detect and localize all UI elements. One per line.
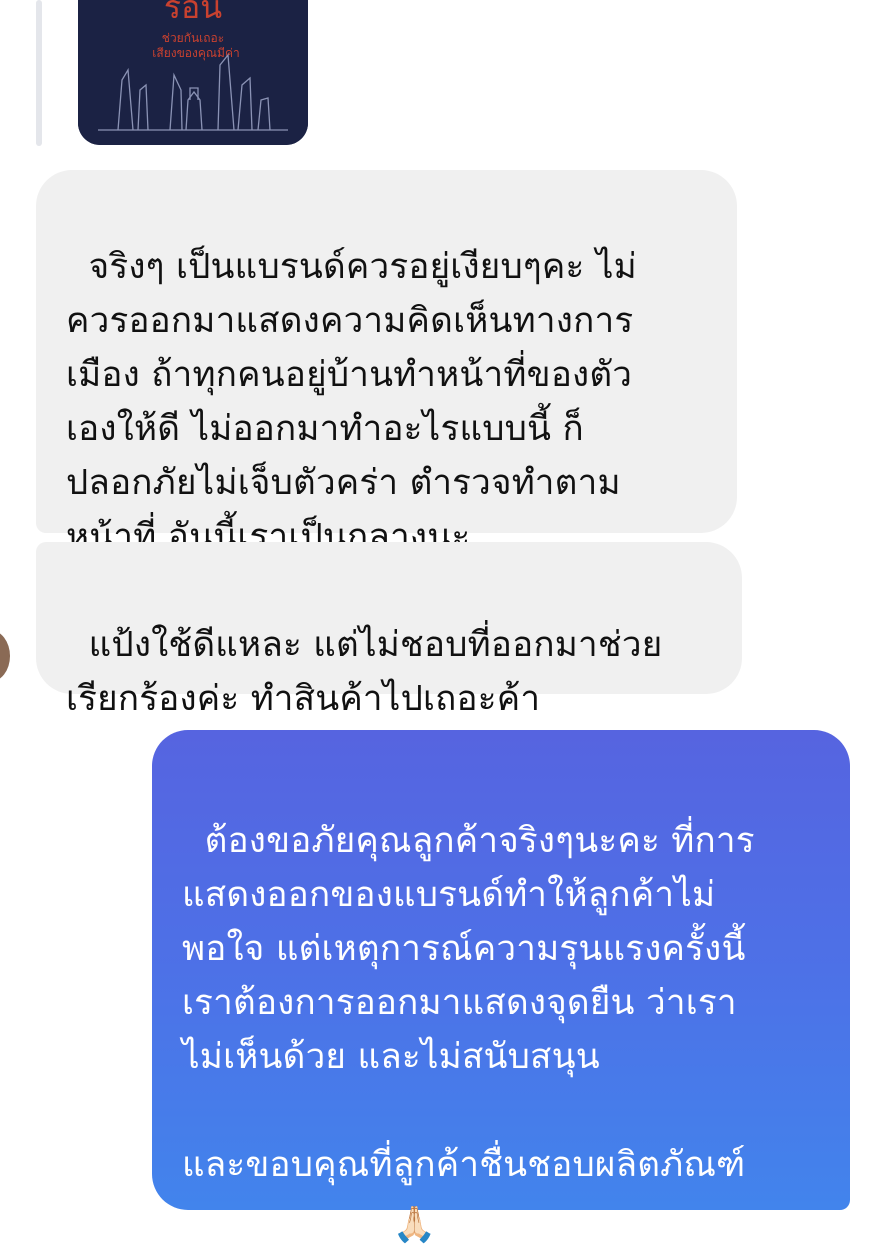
poster-subtitle-1: ช่วยกันเถอะ [162, 31, 224, 45]
poster-title: ร้อน [164, 0, 222, 25]
poster-artwork: ร้อน ช่วยกันเถอะ เสียงของคุณมีค่า [78, 0, 308, 145]
message-text: จริงๆ เป็นแบรนด์ควรอยู่เงียบๆคะ ไม่ ควรอ… [66, 247, 637, 557]
message-bubble-brand-reply[interactable]: ต้องขอภัยคุณลูกค้าจริงๆนะคะ ที่การ แสดงอ… [152, 730, 850, 1245]
message-bubble-customer-1[interactable]: จริงๆ เป็นแบรนด์ควรอยู่เงียบๆคะ ไม่ ควรอ… [36, 170, 737, 557]
message-bubble-customer-2[interactable]: แป้งใช้ดีแหละ แต่ไม่ชอบที่ออกมาช่วย เรีย… [36, 542, 742, 719]
message-text: แป้งใช้ดีแหละ แต่ไม่ชอบที่ออกมาช่วย เรีย… [66, 625, 663, 719]
avatar[interactable] [0, 630, 10, 682]
reply-indicator-line [36, 0, 42, 146]
poster-subtitle-2: เสียงของคุณมีค่า [152, 46, 239, 61]
shared-image[interactable]: ร้อน ช่วยกันเถอะ เสียงของคุณมีค่า [78, 0, 308, 145]
folded-hands-icon: 🙏🏻 [392, 1205, 437, 1245]
message-text: ต้องขอภัยคุณลูกค้าจริงๆนะคะ ที่การ แสดงอ… [182, 821, 755, 1239]
